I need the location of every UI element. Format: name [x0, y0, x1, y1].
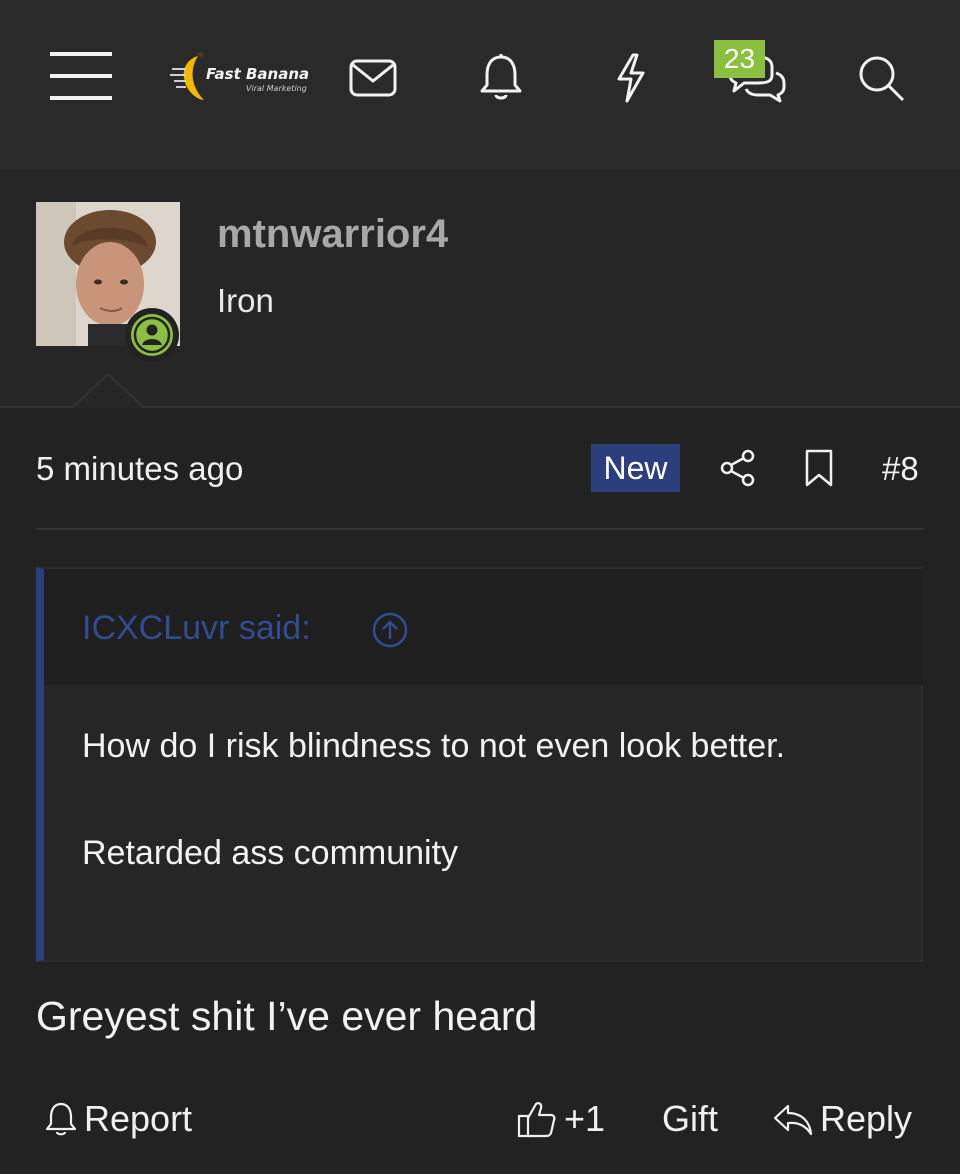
search-icon[interactable] — [852, 50, 910, 106]
like-count: +1 — [564, 1098, 606, 1139]
quote-block: ICXCLuvr said: How do I risk blindness t… — [36, 567, 923, 962]
banana-logo-icon: Fast Banana Viral Marketing — [170, 52, 309, 100]
bolt-icon[interactable] — [604, 50, 658, 106]
bell-icon — [45, 1102, 77, 1136]
reply-icon — [773, 1104, 813, 1136]
divider — [36, 528, 924, 530]
quote-body: How do I risk blindness to not even look… — [82, 719, 902, 881]
post-user-block: mtnwarrior4 Iron — [0, 170, 960, 408]
report-button[interactable]: Report — [44, 1098, 192, 1140]
site-logo[interactable]: Fast Banana Viral Marketing — [170, 50, 315, 104]
user-block-pointer — [71, 372, 145, 413]
username[interactable]: mtnwarrior4 — [217, 212, 448, 257]
reply-label: Reply — [820, 1098, 913, 1139]
bell-icon[interactable] — [474, 50, 528, 106]
menu-icon[interactable] — [48, 50, 114, 102]
share-icon[interactable] — [718, 448, 758, 488]
post-timestamp[interactable]: 5 minutes ago — [36, 450, 243, 488]
post-actions-bar: Report +1 Gift Reply — [0, 1098, 960, 1154]
bookmark-icon[interactable] — [802, 448, 836, 488]
gift-label: Gift — [662, 1098, 719, 1139]
post-message: Greyest shit I’ve ever heard — [36, 993, 538, 1039]
like-button[interactable]: +1 — [516, 1098, 605, 1140]
online-status-icon — [125, 308, 179, 362]
gift-button[interactable]: Gift — [662, 1098, 718, 1140]
report-label: Report — [84, 1098, 193, 1139]
quote-text-line: Retarded ass community — [82, 834, 459, 872]
post-number-link[interactable]: #8 — [882, 450, 919, 488]
quote-author-link[interactable]: ICXCLuvr said: — [82, 609, 311, 648]
quote-text-line: How do I risk blindness to not even look… — [82, 727, 786, 765]
user-title: Iron — [217, 282, 274, 319]
logo-subtext: Viral Marketing — [246, 84, 307, 93]
top-navigation-bar: Fast Banana Viral Marketing 23 — [0, 0, 960, 170]
jump-to-quote-icon[interactable] — [371, 611, 409, 649]
thumbs-up-icon — [517, 1102, 556, 1138]
quote-header: ICXCLuvr said: — [44, 569, 923, 685]
mail-icon[interactable] — [345, 52, 401, 104]
new-badge: New — [591, 444, 680, 492]
reply-button[interactable]: Reply — [772, 1098, 912, 1140]
logo-text: Fast Banana — [206, 65, 309, 83]
conversations-count-badge[interactable]: 23 — [714, 40, 765, 78]
